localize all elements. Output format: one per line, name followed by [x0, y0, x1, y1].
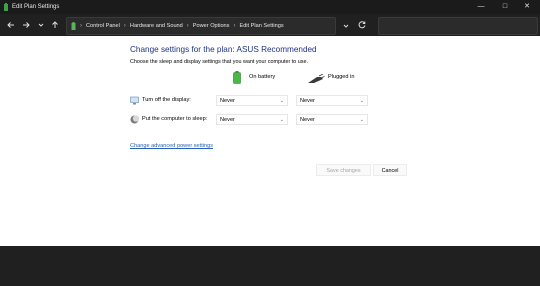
chevron-down-icon: ⌄	[279, 117, 284, 123]
battery-app-icon	[4, 3, 8, 11]
maximize-button[interactable]: □	[494, 0, 516, 14]
sleep-plugged-in-select[interactable]: Never ⌄	[296, 114, 368, 125]
breadcrumb-hardware-and-sound[interactable]: Hardware and Sound	[130, 23, 183, 29]
display-plugged-in-value: Never	[300, 98, 315, 104]
breadcrumb-power-options[interactable]: Power Options	[193, 23, 230, 29]
refresh-icon[interactable]	[356, 18, 368, 30]
address-bar[interactable]: › Control Panel › Hardware and Sound › P…	[66, 17, 336, 35]
address-dropdown-chevron-icon[interactable]	[340, 19, 352, 31]
page-title: Change settings for the plan: ASUS Recom…	[130, 45, 317, 54]
title-bar: Edit Plan Settings — □ ✕	[0, 0, 540, 14]
breadcrumb-edit-plan-settings[interactable]: Edit Plan Settings	[239, 23, 283, 29]
sleep-label: Put the computer to sleep:	[142, 116, 208, 122]
display-icon	[130, 96, 139, 105]
breadcrumb-separator-icon: ›	[186, 23, 189, 29]
chevron-down-icon: ⌄	[279, 98, 284, 104]
battery-icon	[233, 71, 241, 84]
window-bottom-area	[0, 246, 540, 286]
breadcrumb-control-panel[interactable]: Control Panel	[86, 23, 120, 29]
advanced-power-settings-link[interactable]: Change advanced power settings	[130, 143, 213, 149]
sleep-icon	[130, 115, 139, 124]
close-button[interactable]: ✕	[516, 0, 538, 14]
content-pane: Change settings for the plan: ASUS Recom…	[0, 36, 540, 246]
display-on-battery-value: Never	[220, 98, 235, 104]
plugged-in-header: Plugged in	[328, 74, 355, 80]
breadcrumb-separator-icon: ›	[233, 23, 236, 29]
minimize-button[interactable]: —	[470, 0, 492, 14]
breadcrumb-separator-icon: ›	[123, 23, 126, 29]
control-panel-icon	[71, 22, 76, 30]
window: Edit Plan Settings — □ ✕ › Control Panel	[0, 0, 540, 286]
up-arrow-icon[interactable]	[49, 19, 61, 31]
on-battery-header: On battery	[249, 74, 276, 80]
sleep-on-battery-select[interactable]: Never ⌄	[216, 114, 288, 125]
breadcrumb: › Control Panel › Hardware and Sound › P…	[80, 18, 284, 34]
navigation-bar: › Control Panel › Hardware and Sound › P…	[0, 14, 540, 36]
power-plug-icon	[308, 74, 325, 83]
save-changes-button[interactable]: Save changes	[316, 164, 371, 176]
page-subtitle: Choose the sleep and display settings th…	[130, 59, 308, 65]
display-plugged-in-select[interactable]: Never ⌄	[296, 95, 368, 106]
chevron-down-icon: ⌄	[359, 98, 364, 104]
cancel-button[interactable]: Cancel	[373, 164, 407, 176]
back-arrow-icon[interactable]	[5, 19, 17, 31]
search-box[interactable]	[378, 17, 538, 35]
forward-arrow-icon[interactable]	[20, 19, 32, 31]
window-title: Edit Plan Settings	[12, 4, 60, 10]
recent-locations-chevron-icon[interactable]	[35, 19, 47, 31]
sleep-plugged-in-value: Never	[300, 117, 315, 123]
sleep-on-battery-value: Never	[220, 117, 235, 123]
chevron-down-icon: ⌄	[359, 117, 364, 123]
turn-off-display-label: Turn off the display:	[142, 97, 191, 103]
display-on-battery-select[interactable]: Never ⌄	[216, 95, 288, 106]
breadcrumb-separator-icon: ›	[80, 23, 82, 29]
